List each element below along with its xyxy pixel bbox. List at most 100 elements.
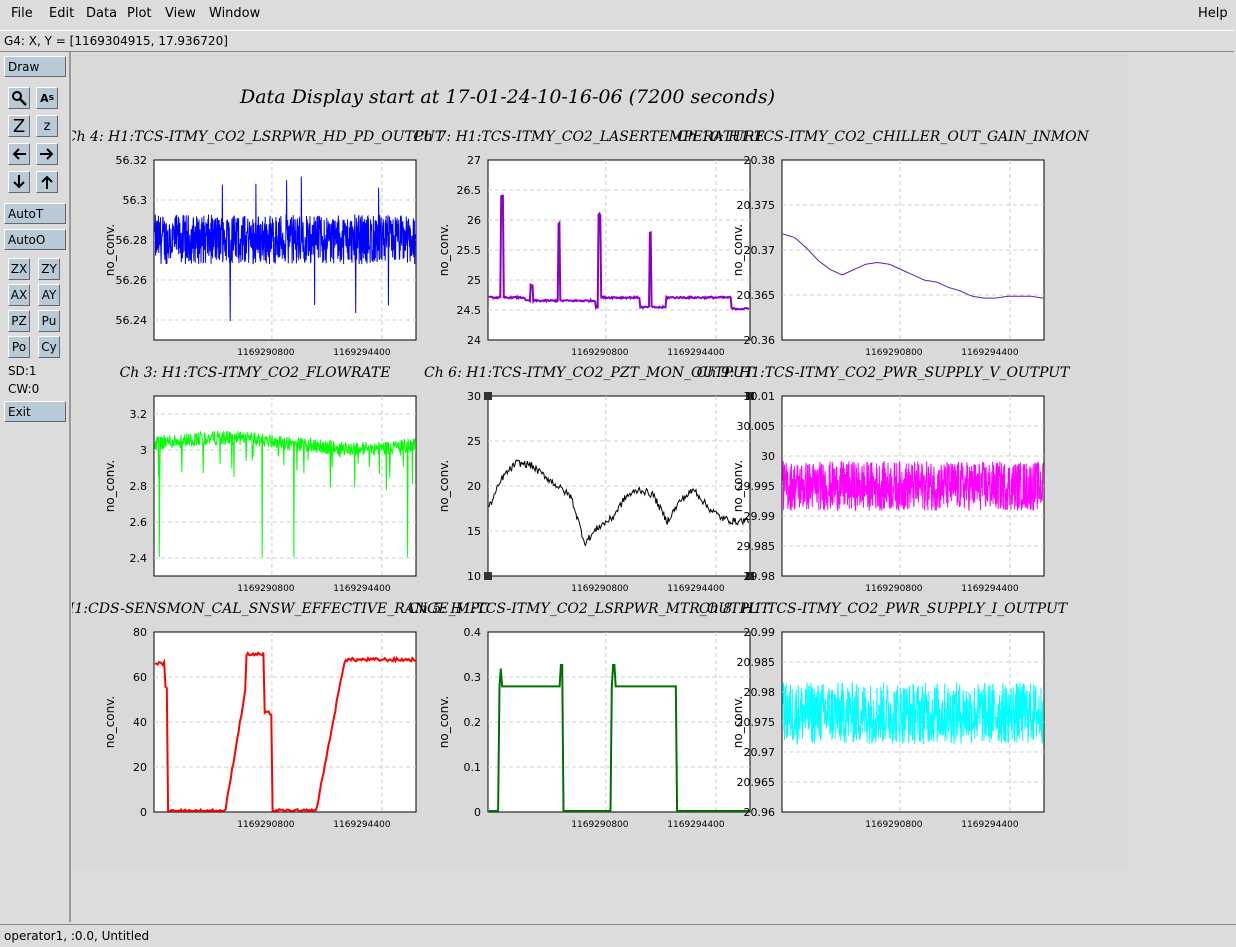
chart-5[interactable]: Ch 6: H1:TCS-ITMY_CO2_PZT_MON_OUTPUT1015… xyxy=(424,365,756,594)
zoom-in-icon[interactable]: Z xyxy=(8,115,30,137)
y-tick-label: 20.37 xyxy=(744,244,776,257)
x-tick-label: 1169294400 xyxy=(961,584,1019,594)
plot-area[interactable] xyxy=(153,395,417,577)
x-tick-label: 1169294400 xyxy=(333,820,391,830)
y-tick-label: 20.97 xyxy=(744,746,776,759)
cy-button[interactable]: Cy xyxy=(38,336,60,358)
y-tick-label: 0.1 xyxy=(464,761,482,774)
x-tick-label: 1169294400 xyxy=(667,820,725,830)
y-tick-label: 56.26 xyxy=(116,274,148,287)
y-tick-label: 27 xyxy=(467,154,481,167)
y-tick-label: 30.005 xyxy=(737,420,776,433)
menu-view[interactable]: View xyxy=(165,6,196,21)
magnify-icon[interactable] xyxy=(8,87,30,109)
y-tick-label: 26.5 xyxy=(457,184,482,197)
y-tick-label: 20.985 xyxy=(737,656,776,669)
y-tick-label: 20.965 xyxy=(737,776,776,789)
y-tick-label: 24.5 xyxy=(457,304,482,317)
y-tick-label: 56.28 xyxy=(116,234,148,247)
y-tick-label: 30.01 xyxy=(744,390,776,403)
arrow-up-icon[interactable] xyxy=(36,171,58,193)
x-tick-label: 1169290800 xyxy=(237,348,295,358)
y-tick-label: 0 xyxy=(474,806,481,819)
x-tick-label: 1169294400 xyxy=(667,584,725,594)
pu-button[interactable]: Pu xyxy=(38,310,60,332)
chart-title: Ch 4: H1:TCS-ITMY_CO2_LSRPWR_HD_PD_OUTPU… xyxy=(72,129,446,145)
plot-area[interactable] xyxy=(487,631,751,813)
y-tick-label: 2.6 xyxy=(130,516,148,529)
status-text: operator1, :0.0, Untitled xyxy=(4,929,150,943)
y-tick-label: 40 xyxy=(133,716,147,729)
arrow-left-icon[interactable] xyxy=(8,143,30,165)
y-tick-label: 56.24 xyxy=(116,314,148,327)
y-tick-label: 20 xyxy=(133,761,147,774)
y-tick-label: 30 xyxy=(467,390,481,403)
arrow-right-icon[interactable] xyxy=(36,143,58,165)
chart-title: Ch 10: H1:TCS-ITMY_CO2_CHILLER_OUT_GAIN_… xyxy=(677,129,1090,145)
y-tick-label: 29.98 xyxy=(744,570,776,583)
y-tick-label: 80 xyxy=(133,626,147,639)
coordinate-readout-bar: G4: X, Y = [1169304915, 17.936720] xyxy=(0,30,1234,52)
zx-button[interactable]: ZX xyxy=(8,258,30,280)
y-tick-label: 29.99 xyxy=(744,510,776,523)
chart-9[interactable]: Ch 8: H1:TCS-ITMY_CO2_PWR_SUPPLY_I_OUTPU… xyxy=(699,601,1069,830)
chart-6[interactable]: Ch 9: H1:TCS-ITMY_CO2_PWR_SUPPLY_V_OUTPU… xyxy=(697,365,1071,594)
menu-bar: File Edit Data Plot View Window Help xyxy=(0,0,1236,30)
chart-4[interactable]: Ch 3: H1:TCS-ITMY_CO2_FLOWRATE 2.4 2.6 2.8 3… xyxy=(103,365,417,594)
auto-t-button[interactable]: AutoT xyxy=(4,203,66,224)
ay-button[interactable]: AY xyxy=(38,284,60,306)
y-tick-label: 56.3 xyxy=(123,194,148,207)
po-button[interactable]: Po xyxy=(8,336,30,358)
menu-window[interactable]: Window xyxy=(209,6,260,21)
menu-plot[interactable]: Plot xyxy=(127,6,152,21)
menu-data[interactable]: Data xyxy=(86,6,117,21)
menu-help[interactable]: Help xyxy=(1198,6,1228,21)
x-tick-label: 1169290800 xyxy=(571,584,629,594)
arrow-down-icon[interactable] xyxy=(8,171,30,193)
y-tick-label: 0 xyxy=(140,806,147,819)
text-annotate-icon[interactable]: As xyxy=(36,87,58,109)
chart-8[interactable]: Ch 5: H1:TCS-ITMY_CO2_LSRPWR_MTR_OUTPUT0… xyxy=(408,601,771,830)
zoom-out-icon[interactable]: z xyxy=(36,115,58,137)
y-tick-label: 25 xyxy=(467,274,481,287)
y-tick-label: 56.32 xyxy=(116,154,148,167)
auto-o-button[interactable]: AutoO xyxy=(4,229,66,250)
y-axis-label: no_conv. xyxy=(103,696,117,748)
selection-handle[interactable] xyxy=(484,392,492,400)
y-tick-label: 3.2 xyxy=(130,408,148,421)
chart-title: Ch 8: H1:TCS-ITMY_CO2_PWR_SUPPLY_I_OUTPU… xyxy=(699,601,1069,617)
y-tick-label: 0.3 xyxy=(464,671,482,684)
y-tick-label: 24 xyxy=(467,334,481,347)
y-tick-label: 20.98 xyxy=(744,686,776,699)
x-tick-label: 1169290800 xyxy=(865,820,923,830)
chart-2[interactable]: Ch 7: H1:TCS-ITMY_CO2_LASERTEMPERATURE24… xyxy=(413,129,764,358)
y-tick-label: 29.985 xyxy=(737,540,776,553)
plot-canvas[interactable]: Data Display start at 17-01-24-10-16-06 … xyxy=(72,54,1128,870)
menu-edit[interactable]: Edit xyxy=(49,6,74,21)
chart-7[interactable]: Ch 2: H1:CDS-SENSMON_CAL_SNSW_EFFECTIVE_… xyxy=(72,601,490,830)
x-tick-label: 1169290800 xyxy=(571,348,629,358)
y-tick-label: 0.2 xyxy=(464,716,482,729)
zy-button[interactable]: ZY xyxy=(38,258,60,280)
x-tick-label: 1169290800 xyxy=(237,584,295,594)
chart-1[interactable]: Ch 4: H1:TCS-ITMY_CO2_LSRPWR_HD_PD_OUTPU… xyxy=(72,129,446,358)
chart-title: Ch 9: H1:TCS-ITMY_CO2_PWR_SUPPLY_V_OUTPU… xyxy=(697,365,1071,381)
y-tick-label: 25.5 xyxy=(457,244,482,257)
status-bar: operator1, :0.0, Untitled xyxy=(0,924,1236,947)
plot-panel: Data Display start at 17-01-24-10-16-06 … xyxy=(72,54,1128,870)
pz-button[interactable]: PZ xyxy=(8,310,30,332)
sd-label: SD:1 xyxy=(8,364,37,378)
menu-file[interactable]: File xyxy=(11,6,33,21)
plot-area[interactable] xyxy=(781,159,1045,341)
draw-button[interactable]: Draw xyxy=(4,56,66,77)
plot-area[interactable] xyxy=(487,395,751,577)
y-tick-label: 20.365 xyxy=(737,289,776,302)
exit-button[interactable]: Exit xyxy=(4,401,66,422)
plot-area[interactable] xyxy=(487,159,751,341)
ax-button[interactable]: AX xyxy=(8,284,30,306)
selection-handle[interactable] xyxy=(484,572,492,580)
y-tick-label: 3 xyxy=(140,444,147,457)
x-tick-label: 1169294400 xyxy=(333,584,391,594)
y-tick-label: 20.96 xyxy=(744,806,776,819)
x-tick-label: 1169294400 xyxy=(961,348,1019,358)
